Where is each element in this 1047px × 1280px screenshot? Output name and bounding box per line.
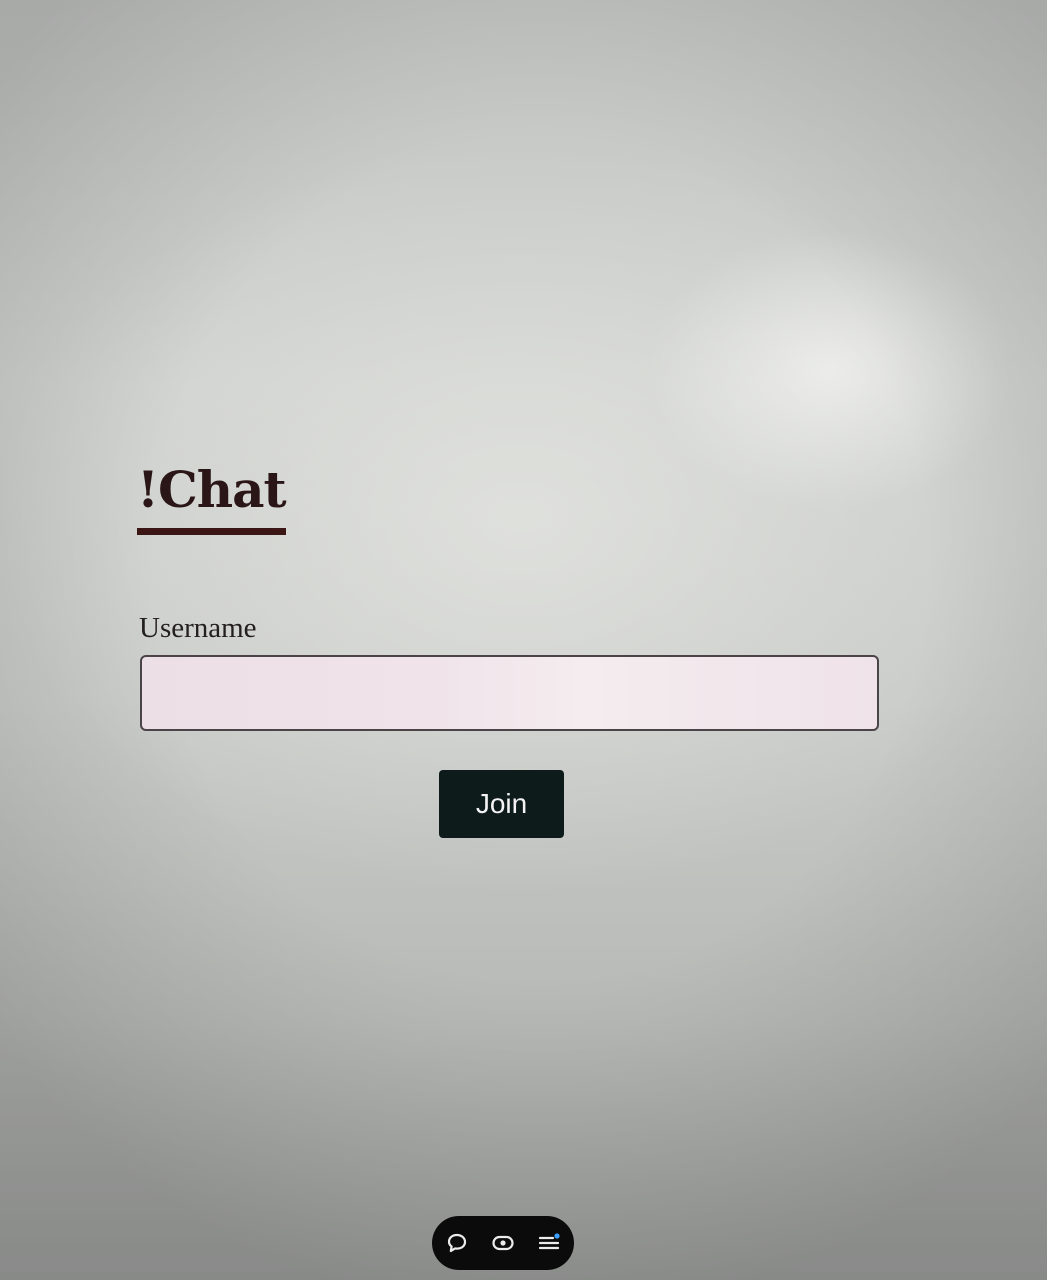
chat-bubble-icon[interactable] [444, 1230, 470, 1256]
join-button[interactable]: Join [439, 770, 564, 838]
notification-dot [554, 1233, 560, 1239]
menu-lines-icon[interactable] [536, 1230, 562, 1256]
login-form: !Chat Username [137, 460, 879, 731]
username-label: Username [139, 612, 257, 644]
username-input[interactable] [140, 655, 879, 731]
app-logo: !Chat [137, 460, 287, 519]
eye-icon[interactable] [490, 1230, 516, 1256]
bottom-toolbar [432, 1216, 574, 1270]
logo-underline [137, 528, 286, 535]
